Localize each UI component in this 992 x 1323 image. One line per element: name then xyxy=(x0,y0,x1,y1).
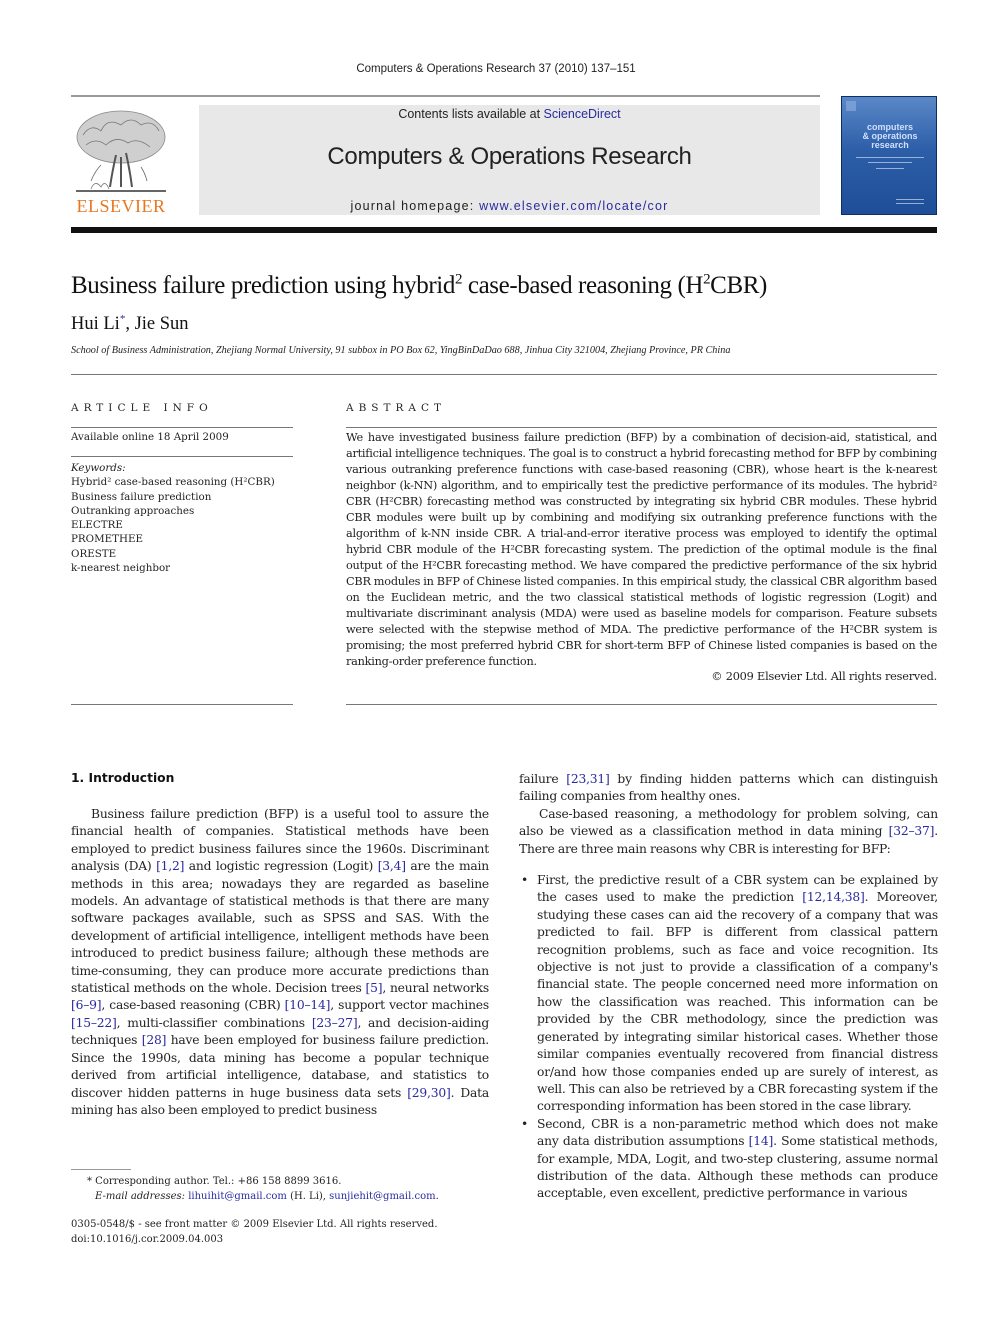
keyword-item: ELECTRE xyxy=(71,519,123,532)
issn-line: 0305-0548/$ - see front matter © 2009 El… xyxy=(71,1219,438,1230)
author-separator: , xyxy=(125,314,135,335)
abstract-rule xyxy=(346,427,937,428)
author-name[interactable]: Hui Li xyxy=(71,314,120,334)
author-list: Hui Li*, Jie Sun xyxy=(71,313,189,335)
abstract-bottom-rule xyxy=(346,704,937,705)
available-online: Available online 18 April 2009 xyxy=(71,431,229,443)
journal-cover-image[interactable]: computers & operations research xyxy=(841,96,937,215)
article-info-rule xyxy=(71,427,293,428)
title-superscript: 2 xyxy=(454,271,463,288)
author-name[interactable]: Jie Sun xyxy=(135,314,189,334)
body-column-right: failure [23,31] by finding hidden patter… xyxy=(519,771,938,1203)
body-column-left: Business failure prediction (BFP) is a u… xyxy=(71,806,489,1119)
keyword-item: PROMETHEE xyxy=(71,533,144,546)
intro-paragraph: Business failure prediction (BFP) is a u… xyxy=(71,807,490,1117)
contents-prefix: Contents lists available at xyxy=(398,107,544,121)
abstract-copyright: © 2009 Elsevier Ltd. All rights reserved… xyxy=(711,670,937,683)
article-info-heading: ARTICLE INFO xyxy=(71,402,213,414)
journal-title: Computers & Operations Research xyxy=(327,143,692,170)
cover-text-line xyxy=(868,162,912,163)
keywords-block: Keywords: Hybrid² case-based reasoning (… xyxy=(71,461,275,575)
abstract-text: We have investigated business failure pr… xyxy=(346,431,937,668)
email-label: E-mail addresses: xyxy=(95,1190,189,1202)
article-info-rule xyxy=(71,456,293,457)
reason-item: First, the predictive result of a CBR sy… xyxy=(519,872,938,1116)
elsevier-wordmark: ELSEVIER xyxy=(76,196,166,216)
title-text: CBR) xyxy=(710,272,767,299)
keyword-item: ORESTE xyxy=(71,547,117,560)
title-text: Business failure prediction using hybrid xyxy=(71,272,455,299)
cover-text-line xyxy=(896,203,924,204)
keywords-label: Keywords: xyxy=(71,462,126,474)
intro-paragraph-continuation: failure [23,31] by finding hidden patter… xyxy=(519,772,938,804)
abstract-heading: ABSTRACT xyxy=(346,402,447,414)
affiliation: School of Business Administration, Zheji… xyxy=(71,345,731,356)
citation-link[interactable]: [10–14] xyxy=(285,998,331,1012)
email-link[interactable]: lihuihit@gmail.com xyxy=(188,1191,287,1202)
header-thick-rule xyxy=(71,227,937,233)
citation-link[interactable]: [6–9] xyxy=(71,998,102,1012)
citation-link[interactable]: [3,4] xyxy=(378,859,406,873)
article-title: Business failure prediction using hybrid… xyxy=(71,272,767,300)
email-owner: (H. Li), xyxy=(286,1190,330,1202)
citation-link[interactable]: [15–22] xyxy=(71,1016,117,1030)
running-head: Computers & Operations Research 37 (2010… xyxy=(356,63,636,75)
keyword-item: Outranking approaches xyxy=(71,504,195,517)
journal-banner: Contents lists available at ScienceDirec… xyxy=(199,105,820,215)
footnote: * Corresponding author. Tel.: +86 158 88… xyxy=(71,1175,439,1204)
title-rule xyxy=(71,374,937,375)
citation-link[interactable]: [23–27] xyxy=(312,1016,358,1030)
cover-publisher-mark-icon xyxy=(846,101,856,111)
cover-text-line xyxy=(896,199,924,200)
keyword-item: k-nearest neighbor xyxy=(71,562,171,575)
citation-link[interactable]: [1,2] xyxy=(156,859,184,873)
homepage-line: journal homepage: www.elsevier.com/locat… xyxy=(199,199,820,213)
tree-icon xyxy=(76,110,166,192)
article-info-bottom-rule xyxy=(71,704,293,705)
citation-link[interactable]: [14] xyxy=(749,1134,774,1148)
citation-link[interactable]: [23,31] xyxy=(566,772,610,786)
front-matter: 0305-0548/$ - see front matter © 2009 El… xyxy=(71,1217,438,1247)
citation-link[interactable]: [29,30] xyxy=(407,1086,451,1100)
keyword-item: Business failure prediction xyxy=(71,490,212,503)
email-link[interactable]: sunjiehit@gmail.com xyxy=(329,1191,435,1202)
reasons-list: First, the predictive result of a CBR sy… xyxy=(519,872,938,1203)
reason-item: Second, CBR is a non-parametric method w… xyxy=(519,1116,938,1203)
corresponding-author-note: * Corresponding author. Tel.: +86 158 88… xyxy=(87,1176,342,1187)
cover-title-line: research xyxy=(871,140,909,150)
journal-homepage-link[interactable]: www.elsevier.com/locate/cor xyxy=(479,199,668,213)
homepage-prefix: journal homepage: xyxy=(350,199,480,213)
keyword-item: Hybrid² case-based reasoning (H²CBR) xyxy=(71,476,275,489)
citation-link[interactable]: [12,14,38] xyxy=(802,890,865,904)
cover-text-line xyxy=(856,157,924,158)
sciencedirect-link[interactable]: ScienceDirect xyxy=(544,107,621,121)
contents-line: Contents lists available at ScienceDirec… xyxy=(199,107,820,121)
header-rule xyxy=(71,95,820,97)
title-text: case-based reasoning (H xyxy=(462,272,704,299)
email-line: E-mail addresses: lihuihit@gmail.com (H.… xyxy=(71,1190,439,1205)
citation-link[interactable]: [28] xyxy=(142,1033,167,1047)
email-end: . xyxy=(435,1190,439,1202)
footnote-rule xyxy=(71,1169,131,1170)
doi-line[interactable]: doi:10.1016/j.cor.2009.04.003 xyxy=(71,1232,438,1247)
cover-title: computers & operations research xyxy=(848,123,932,150)
section-heading-introduction: 1. Introduction xyxy=(71,771,175,785)
citation-link[interactable]: [32–37] xyxy=(889,824,935,838)
elsevier-logo[interactable]: ELSEVIER xyxy=(71,105,171,217)
citation-link[interactable]: [5] xyxy=(366,981,383,995)
cover-text-line xyxy=(876,168,904,169)
intro-paragraph: Case-based reasoning, a methodology for … xyxy=(519,806,938,856)
